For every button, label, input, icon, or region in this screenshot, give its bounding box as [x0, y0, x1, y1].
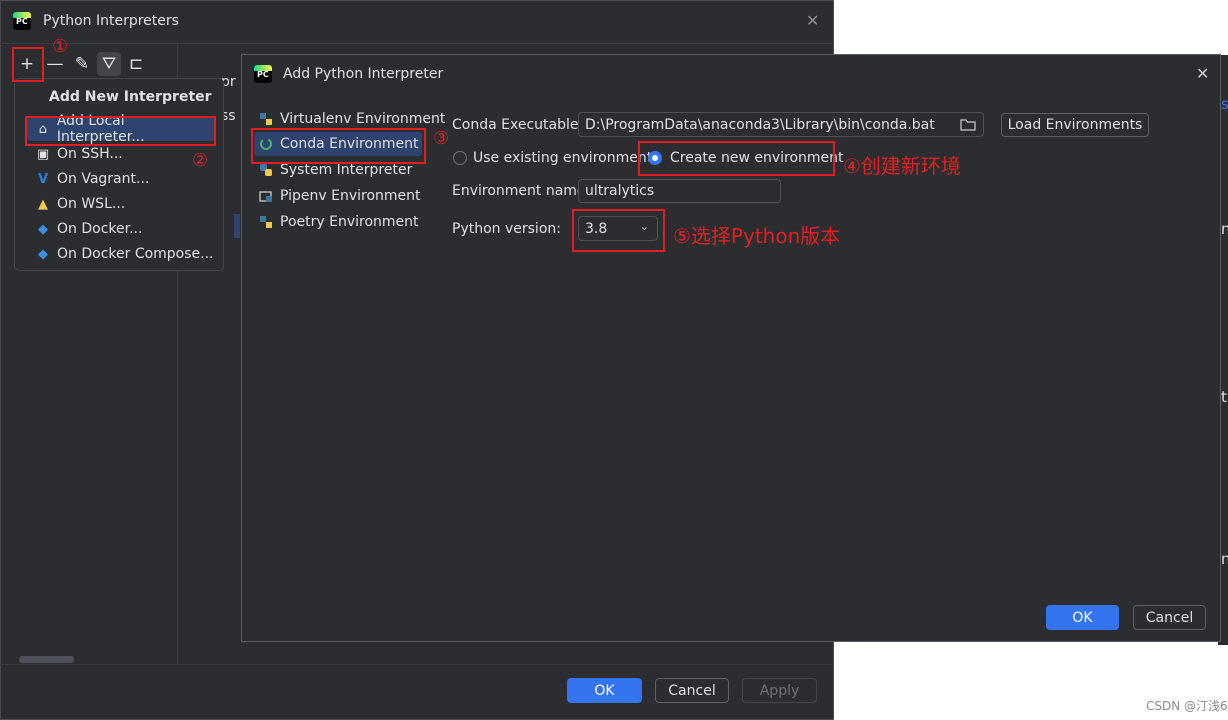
annotation-number: ①: [52, 36, 69, 57]
filter-icon: ⛛: [101, 54, 117, 74]
partial-text: s: [1221, 95, 1228, 113]
python-icon: [258, 163, 274, 177]
nav-label: System Interpreter: [280, 162, 413, 178]
annotation-box: [572, 209, 665, 252]
nav-label: Poetry Environment: [280, 214, 419, 230]
docker-icon: ◆: [38, 221, 48, 237]
menu-item-label: On Docker...: [57, 221, 143, 237]
popup-title: Add New Interpreter: [49, 89, 212, 105]
cancel-button[interactable]: Cancel: [655, 678, 729, 703]
annotation-text: ④创建新环境: [843, 154, 961, 178]
python-version-label: Python version:: [452, 221, 561, 237]
pycharm-logo-icon: PC: [254, 65, 272, 83]
divider: [0, 43, 832, 44]
dialog-title: Add Python Interpreter: [283, 66, 444, 82]
dialog-ok-button[interactable]: OK: [1046, 605, 1119, 630]
vagrant-icon: V: [37, 171, 49, 187]
environment-name-value: ultralytics: [585, 183, 655, 199]
pencil-icon: ✎: [74, 54, 90, 74]
virtualenv-icon: [258, 112, 274, 126]
annotation-box: [638, 141, 835, 176]
logo-text: PC: [16, 17, 28, 26]
menu-item-on-docker[interactable]: ◆ On Docker...: [27, 217, 215, 241]
close-icon[interactable]: ✕: [806, 11, 819, 30]
tree-icon: ⊏: [128, 54, 144, 74]
window-title: Python Interpreters: [43, 13, 179, 29]
annotation-number: ②: [192, 150, 209, 171]
edit-interpreter-button[interactable]: ✎: [70, 52, 94, 76]
divider: [0, 664, 832, 665]
annotation-box: [12, 47, 44, 82]
partial-text: n: [1221, 550, 1228, 568]
docker-compose-icon: ◆: [38, 246, 48, 262]
conda-executable-label: Conda Executable:: [452, 117, 584, 133]
nav-poetry-environment[interactable]: Poetry Environment: [258, 210, 419, 234]
use-existing-radio[interactable]: [453, 151, 467, 165]
menu-item-label: On SSH...: [57, 146, 123, 162]
menu-item-on-wsl[interactable]: ▲ On WSL...: [27, 192, 215, 216]
minus-icon: —: [46, 54, 64, 74]
terminal-icon: ▣: [36, 146, 50, 162]
nav-pipenv-environment[interactable]: Pipenv Environment: [258, 184, 421, 208]
conda-executable-field[interactable]: D:\ProgramData\anaconda3\Library\bin\con…: [578, 112, 984, 137]
partial-text: n: [1221, 220, 1228, 238]
selection-edge: [234, 214, 240, 238]
logo-text: PC: [257, 70, 269, 79]
nav-label: Pipenv Environment: [280, 188, 421, 204]
pipenv-icon: [258, 189, 274, 203]
partial-text: t: [1221, 388, 1227, 406]
linux-icon: ▲: [38, 196, 48, 212]
poetry-icon: [258, 215, 274, 229]
use-existing-label: Use existing environment: [473, 150, 653, 166]
annotation-number: ③: [433, 128, 450, 149]
menu-item-on-vagrant[interactable]: V On Vagrant...: [27, 167, 215, 191]
environment-name-input[interactable]: ultralytics: [578, 179, 781, 203]
close-icon[interactable]: ✕: [1196, 64, 1209, 83]
watermark: CSDN @汀浅6: [1146, 699, 1228, 713]
apply-button[interactable]: Apply: [742, 678, 817, 703]
menu-item-label: On Vagrant...: [57, 171, 150, 187]
menu-item-on-docker-compose[interactable]: ◆ On Docker Compose...: [27, 242, 215, 266]
ok-button[interactable]: OK: [567, 678, 642, 703]
horizontal-scrollbar[interactable]: [19, 656, 74, 663]
conda-executable-value: D:\ProgramData\anaconda3\Library\bin\con…: [585, 116, 935, 133]
filter-button[interactable]: ⛛: [97, 52, 121, 76]
annotation-box: [251, 128, 426, 164]
show-paths-button[interactable]: ⊏: [124, 52, 148, 76]
folder-icon[interactable]: [960, 116, 976, 135]
menu-item-label: On WSL...: [57, 196, 126, 212]
menu-item-label: On Docker Compose...: [57, 246, 214, 262]
nav-label: Virtualenv Environment: [280, 111, 446, 127]
dialog-cancel-button[interactable]: Cancel: [1133, 605, 1206, 630]
annotation-box: [25, 116, 216, 146]
load-environments-button[interactable]: Load Environments: [1001, 113, 1149, 137]
annotation-text: ⑤选择Python版本: [673, 224, 841, 248]
environment-name-label: Environment name:: [452, 183, 591, 199]
pycharm-logo-icon: PC: [13, 12, 31, 30]
